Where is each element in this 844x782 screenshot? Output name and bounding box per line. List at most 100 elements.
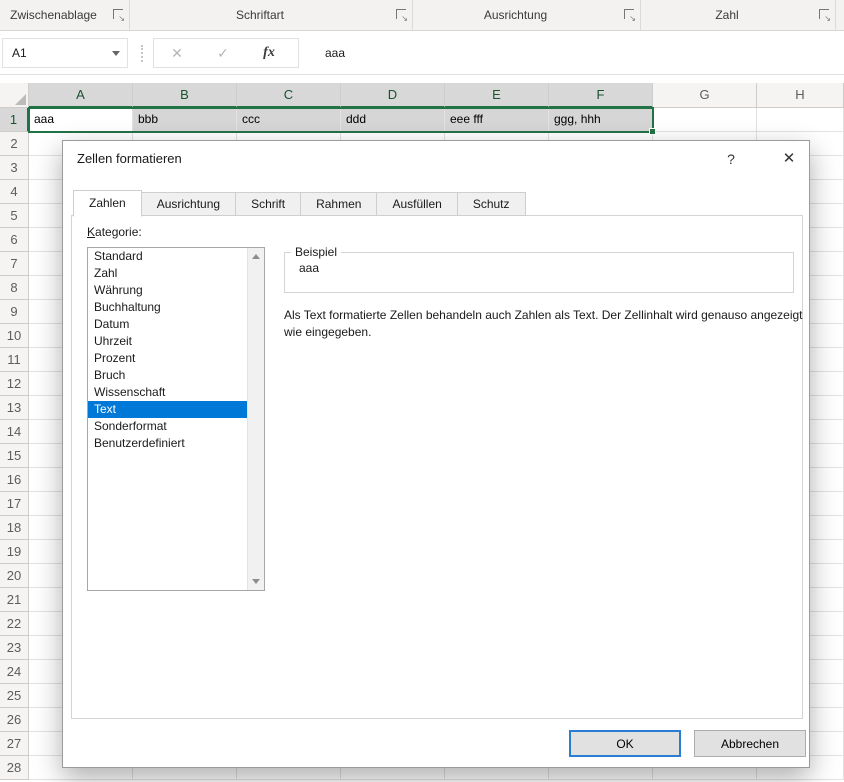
- dialog-launcher-icon[interactable]: [396, 9, 408, 23]
- row-header-28[interactable]: 28: [0, 756, 29, 780]
- dialog-title: Zellen formatieren: [77, 151, 182, 166]
- confirm-entry-icon[interactable]: ✓: [200, 45, 246, 62]
- ribbon-group-strip: Zwischenablage Schriftart Ausrichtung Zahl: [0, 0, 844, 31]
- row-header-14[interactable]: 14: [0, 420, 29, 444]
- category-bruch[interactable]: Bruch: [88, 367, 247, 384]
- category-zahl[interactable]: Zahl: [88, 265, 247, 282]
- tab-ausrichtung[interactable]: Ausrichtung: [140, 192, 237, 216]
- ribbon-group-label: Ausrichtung: [483, 8, 548, 22]
- category-datum[interactable]: Datum: [88, 316, 247, 333]
- cell-B1[interactable]: bbb: [133, 108, 237, 132]
- row-header-26[interactable]: 26: [0, 708, 29, 732]
- cell-C1[interactable]: ccc: [237, 108, 341, 132]
- row-header-10[interactable]: 10: [0, 324, 29, 348]
- beispiel-label: Beispiel: [295, 245, 338, 259]
- tab-schrift[interactable]: Schrift: [235, 192, 302, 216]
- cell-F1[interactable]: ggg, hhh: [549, 108, 653, 132]
- cell-A1[interactable]: aaa: [29, 108, 133, 132]
- column-header-B[interactable]: B: [133, 83, 237, 108]
- scroll-down-icon[interactable]: [252, 579, 260, 584]
- tab-rahmen[interactable]: Rahmen: [300, 192, 378, 216]
- cell-E1[interactable]: eee fff: [445, 108, 549, 132]
- row-header-5[interactable]: 5: [0, 204, 29, 228]
- cancel-entry-icon[interactable]: ✕: [154, 45, 200, 62]
- column-header-H[interactable]: H: [757, 83, 844, 108]
- format-description: Als Text formatierte Zellen behandeln au…: [284, 308, 803, 339]
- column-header-C[interactable]: C: [237, 83, 341, 108]
- row-header-2[interactable]: 2: [0, 132, 29, 156]
- category-listbox: Standard Zahl Währung Buchhaltung Datum Uhrze…: [87, 247, 265, 591]
- row-header-13[interactable]: 13: [0, 396, 29, 420]
- select-all-corner[interactable]: [0, 83, 29, 108]
- close-icon[interactable]: ✕: [769, 144, 809, 174]
- row-header-9[interactable]: 9: [0, 300, 29, 324]
- formula-bar-drag-handle[interactable]: [141, 45, 143, 62]
- row-header-15[interactable]: 15: [0, 444, 29, 468]
- formula-bar: A1 ✕ ✓ fx aaa: [0, 31, 844, 75]
- cell-H1[interactable]: [757, 108, 844, 132]
- row-header-20[interactable]: 20: [0, 564, 29, 588]
- insert-function-icon[interactable]: fx: [246, 45, 292, 61]
- category-text[interactable]: Text: [88, 401, 247, 418]
- row-header-17[interactable]: 17: [0, 492, 29, 516]
- category-wissenschaft[interactable]: Wissenschaft: [88, 384, 247, 401]
- dialog-launcher-icon[interactable]: [819, 9, 831, 23]
- category-prozent[interactable]: Prozent: [88, 350, 247, 367]
- help-icon[interactable]: ?: [711, 144, 751, 174]
- ok-button[interactable]: OK: [569, 730, 681, 757]
- category-benutzerdefiniert[interactable]: Benutzerdefiniert: [88, 435, 247, 452]
- row-header-21[interactable]: 21: [0, 588, 29, 612]
- row-header-24[interactable]: 24: [0, 660, 29, 684]
- cell-G1[interactable]: [653, 108, 757, 132]
- ribbon-group-zwischenablage: Zwischenablage: [0, 0, 130, 30]
- ribbon-group-label: Schriftart: [235, 8, 284, 22]
- dialog-launcher-icon[interactable]: [113, 9, 125, 23]
- category-buchhaltung[interactable]: Buchhaltung: [88, 299, 247, 316]
- format-cells-dialog: Zellen formatieren ? ✕ Zahlen Ausrichtung…: [62, 140, 810, 768]
- row-header-25[interactable]: 25: [0, 684, 29, 708]
- row-header-22[interactable]: 22: [0, 612, 29, 636]
- row-header-18[interactable]: 18: [0, 516, 29, 540]
- row-header-6[interactable]: 6: [0, 228, 29, 252]
- category-standard[interactable]: Standard: [88, 248, 247, 265]
- row-header-27[interactable]: 27: [0, 732, 29, 756]
- row-header-3[interactable]: 3: [0, 156, 29, 180]
- tab-schutz[interactable]: Schutz: [456, 192, 526, 216]
- dialog-launcher-icon[interactable]: [624, 9, 636, 23]
- scroll-up-icon[interactable]: [252, 254, 260, 259]
- row-header-12[interactable]: 12: [0, 372, 29, 396]
- cancel-button[interactable]: Abbrechen: [694, 730, 806, 757]
- column-header-A[interactable]: A: [29, 83, 133, 108]
- row-header-4[interactable]: 4: [0, 180, 29, 204]
- category-sonderformat[interactable]: Sonderformat: [88, 418, 247, 435]
- name-box[interactable]: A1: [2, 38, 128, 68]
- row-header-16[interactable]: 16: [0, 468, 29, 492]
- column-header-G[interactable]: G: [653, 83, 757, 108]
- column-headers: ABCDEFGH: [29, 83, 844, 108]
- cell-D1[interactable]: ddd: [341, 108, 445, 132]
- category-uhrzeit[interactable]: Uhrzeit: [88, 333, 247, 350]
- category-währung[interactable]: Währung: [88, 282, 247, 299]
- ribbon-group-ausrichtung: Ausrichtung: [413, 0, 641, 30]
- column-header-E[interactable]: E: [445, 83, 549, 108]
- name-box-value: A1: [12, 46, 27, 60]
- formula-bar-input[interactable]: aaa: [325, 38, 345, 68]
- ribbon-group-zahl: Zahl: [641, 0, 836, 30]
- row-header-8[interactable]: 8: [0, 276, 29, 300]
- row-header-7[interactable]: 7: [0, 252, 29, 276]
- row-header-19[interactable]: 19: [0, 540, 29, 564]
- excel-window: ZwischenablageSchriftartAusrichtungZahl …: [0, 0, 844, 782]
- row-header-23[interactable]: 23: [0, 636, 29, 660]
- tab-ausfuellen[interactable]: Ausfüllen: [376, 192, 458, 216]
- column-header-D[interactable]: D: [341, 83, 445, 108]
- name-box-dropdown-icon[interactable]: [105, 39, 127, 67]
- column-header-F[interactable]: F: [549, 83, 653, 108]
- listbox-scrollbar[interactable]: [247, 248, 264, 590]
- row-header-11[interactable]: 11: [0, 348, 29, 372]
- ribbon-group-label: Zwischenablage: [10, 8, 97, 22]
- row-header-1[interactable]: 1: [0, 108, 29, 132]
- tab-zahlen[interactable]: Zahlen: [73, 190, 142, 217]
- kategorie-label: Kategorie:: [87, 225, 142, 239]
- ribbon-group-label: Zahl: [715, 8, 739, 22]
- category-items: Standard Zahl Währung Buchhaltung Datum Uhrze…: [88, 248, 264, 452]
